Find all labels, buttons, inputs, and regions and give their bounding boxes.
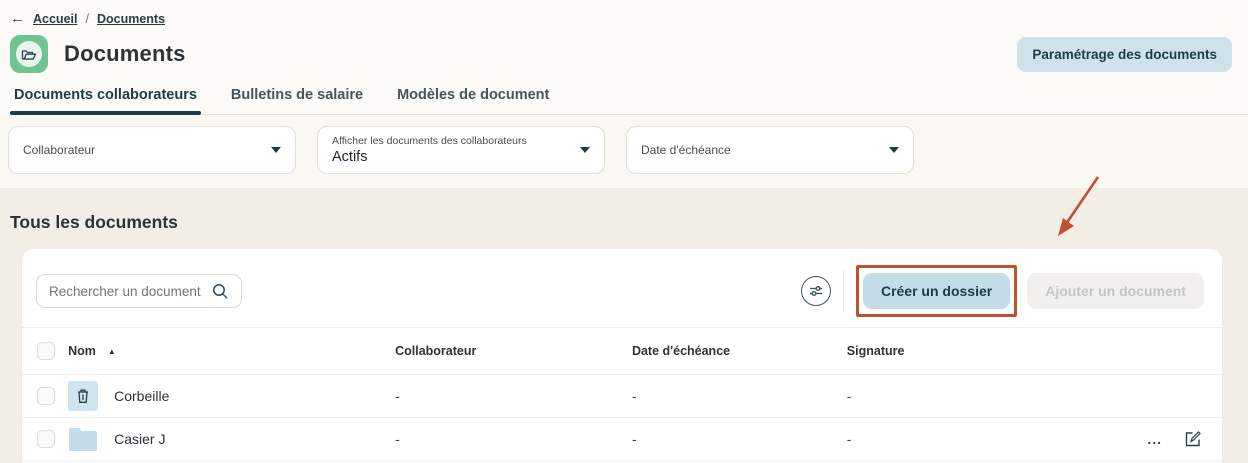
filter-collaborateur[interactable]: Collaborateur — [8, 126, 296, 174]
documents-app-icon — [10, 35, 48, 73]
row-signature: - — [847, 431, 852, 447]
table-header-row: Nom ▲ Collaborateur Date d'échéance Signa… — [22, 328, 1222, 375]
breadcrumb-current-link[interactable]: Documents — [97, 12, 165, 26]
tab-documents-collaborateurs[interactable]: Documents collaborateurs — [10, 87, 201, 114]
column-header-signature[interactable]: Signature — [847, 328, 1107, 375]
folder-icon — [16, 41, 42, 67]
section-title: Tous les documents — [10, 212, 1248, 233]
folder-icon — [68, 426, 98, 452]
sort-ascending-icon[interactable]: ▲ — [108, 347, 116, 356]
row-name: Corbeille — [114, 388, 169, 404]
documents-table: Nom ▲ Collaborateur Date d'échéance Signa… — [22, 327, 1222, 463]
filter-date-echeance[interactable]: Date d'échéance — [626, 126, 914, 174]
row-collaborator: - — [395, 388, 400, 404]
page-header: ← Accueil / Documents Documents Paramétr… — [0, 0, 1248, 115]
filter-collaborateur-label: Collaborateur — [23, 143, 261, 157]
row-due-date: - — [632, 431, 637, 447]
row-collaborator: - — [395, 431, 400, 447]
column-header-collaborateur[interactable]: Collaborateur — [395, 328, 632, 375]
search-input[interactable] — [49, 284, 211, 299]
table-row-corbeille[interactable]: Corbeille - - - — [22, 375, 1222, 418]
tab-modeles-de-document[interactable]: Modèles de document — [393, 87, 553, 114]
filter-afficher-value: Actifs — [332, 149, 570, 165]
row-checkbox[interactable] — [37, 430, 55, 448]
sliders-icon — [809, 285, 823, 297]
column-header-date-echeance[interactable]: Date d'échéance — [632, 328, 847, 375]
table-row-casier-j[interactable]: Casier J - - - ... — [22, 418, 1222, 461]
row-due-date: - — [632, 388, 637, 404]
column-nom-label: Nom — [68, 344, 96, 358]
tab-bar: Documents collaborateurs Bulletins de sa… — [8, 87, 1248, 115]
add-document-button-disabled: Ajouter un document — [1027, 273, 1204, 309]
documents-toolbar: Créer un dossier Ajouter un document — [22, 265, 1222, 327]
breadcrumb: ← Accueil / Documents — [8, 10, 1248, 27]
search-icon — [211, 282, 229, 300]
edit-icon[interactable] — [1184, 430, 1202, 448]
tab-bulletins-de-salaire[interactable]: Bulletins de salaire — [227, 87, 367, 114]
create-folder-button[interactable]: Créer un dossier — [863, 273, 1010, 309]
display-settings-button[interactable] — [801, 276, 831, 306]
annotation-highlight-box: Créer un dossier — [856, 265, 1017, 317]
filter-date-label: Date d'échéance — [641, 143, 879, 157]
document-settings-button[interactable]: Paramétrage des documents — [1017, 37, 1232, 72]
page-title: Documents — [64, 41, 186, 67]
column-header-nom[interactable]: Nom ▲ — [68, 328, 395, 375]
chevron-down-icon — [271, 147, 281, 153]
chevron-down-icon — [580, 147, 590, 153]
filter-strip: Collaborateur Afficher les documents des… — [0, 115, 1248, 188]
row-name: Casier J — [114, 431, 165, 447]
documents-card: Créer un dossier Ajouter un document Nom… — [22, 249, 1222, 463]
breadcrumb-separator: / — [85, 12, 88, 26]
more-options-icon[interactable]: ... — [1147, 434, 1162, 444]
trash-icon — [68, 381, 98, 411]
row-checkbox[interactable] — [37, 387, 55, 405]
back-arrow-icon[interactable]: ← — [10, 10, 25, 27]
toolbar-divider — [843, 270, 844, 312]
row-signature: - — [847, 388, 852, 404]
filter-afficher-documents[interactable]: Afficher les documents des collaborateur… — [317, 126, 605, 174]
breadcrumb-home-link[interactable]: Accueil — [33, 12, 77, 26]
select-all-checkbox[interactable] — [37, 342, 55, 360]
filter-afficher-label: Afficher les documents des collaborateur… — [332, 135, 570, 147]
chevron-down-icon — [889, 147, 899, 153]
title-row: Documents Paramétrage des documents — [8, 35, 1248, 73]
search-box — [36, 274, 242, 308]
